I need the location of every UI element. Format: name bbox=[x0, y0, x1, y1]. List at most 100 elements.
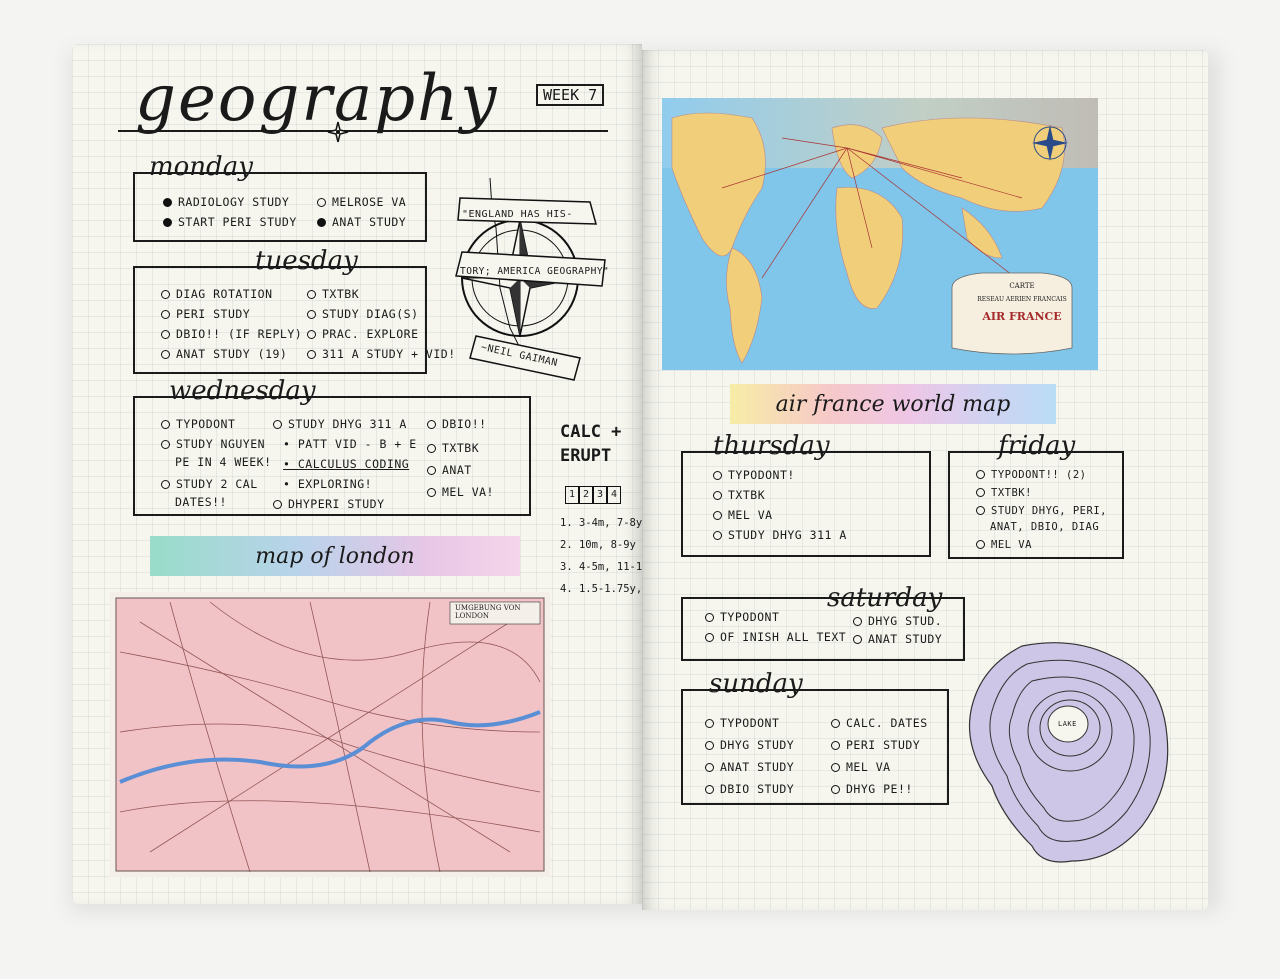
bullet-icon bbox=[713, 471, 722, 480]
saturday-title: saturday bbox=[827, 583, 943, 613]
list-item: PERI STUDY bbox=[831, 735, 920, 755]
list-item: TYPODONT bbox=[705, 713, 779, 733]
calc-title-line-1: CALC + bbox=[560, 422, 622, 442]
list-item: MELROSE VA bbox=[317, 192, 406, 212]
bullet-done-icon bbox=[317, 218, 326, 227]
wednesday-title: wednesday bbox=[169, 376, 316, 406]
list-item: TYPODONT!! (2) bbox=[976, 465, 1087, 485]
calc-title: CALC + ERUPT bbox=[560, 420, 621, 468]
list-item: DIAG ROTATION bbox=[161, 284, 273, 304]
list-item: TYPODONT bbox=[705, 607, 779, 627]
list-item: ANAT, DBIO, DIAG bbox=[990, 521, 1100, 533]
calc-grid-cell: 4 bbox=[607, 486, 621, 504]
bullet-icon bbox=[713, 531, 722, 540]
list-item: STUDY DHYG 311 A bbox=[713, 525, 847, 545]
bullet-icon bbox=[427, 466, 436, 475]
list-item: TXTBK bbox=[713, 485, 765, 505]
bullet-icon bbox=[976, 506, 985, 515]
bullet-icon bbox=[161, 290, 170, 299]
bullet-icon bbox=[705, 763, 714, 772]
list-item: PRAC. EXPLORE bbox=[307, 324, 419, 344]
bullet-icon bbox=[273, 500, 282, 509]
list-item: TXTBK! bbox=[976, 483, 1032, 503]
monday-box: monday RADIOLOGY STUDY START PERI STUDY … bbox=[133, 152, 427, 242]
bullet-icon bbox=[161, 350, 170, 359]
bullet-icon bbox=[831, 763, 840, 772]
list-item: STUDY DHYG 311 A bbox=[273, 414, 407, 434]
list-item: STUDY DIAG(S) bbox=[307, 304, 419, 324]
list-item: STUDY 2 CAL bbox=[161, 474, 258, 494]
washi-london-label: map of london bbox=[255, 543, 415, 569]
list-item: • EXPLORING! bbox=[283, 477, 373, 491]
bullet-icon bbox=[161, 310, 170, 319]
list-item: • CALCULUS CODING bbox=[283, 457, 410, 471]
air-france-world-map-image: CARTE RESEAU AERIEN FRANCAIS AIR FRANCE bbox=[662, 98, 1098, 370]
list-item: MEL VA bbox=[713, 505, 773, 525]
bullet-icon bbox=[427, 488, 436, 497]
bullet-icon bbox=[713, 491, 722, 500]
bullet-icon bbox=[705, 613, 714, 622]
bullet-icon bbox=[307, 290, 316, 299]
list-item: TXTBK bbox=[307, 284, 359, 304]
list-item: PE IN 4 WEEK! bbox=[175, 455, 272, 469]
list-item: OF INISH ALL TEXT bbox=[705, 627, 846, 647]
air-france-badge-line-2: RESEAU AERIEN FRANCAIS bbox=[977, 296, 1067, 303]
list-item: TYPODONT bbox=[161, 414, 235, 434]
calc-grid-cell: 3 bbox=[593, 486, 607, 504]
list-item: DBIO!! (IF REPLY) bbox=[161, 324, 302, 344]
calc-grid-cell: 2 bbox=[579, 486, 593, 504]
bullet-icon bbox=[427, 444, 436, 453]
calc-title-line-2: ERUPT bbox=[560, 446, 612, 466]
bullet-icon bbox=[161, 440, 170, 449]
thursday-box: thursday TYPODONT! TXTBK MEL VA STUDY DH… bbox=[681, 431, 931, 557]
calc-grid-cell: 1 bbox=[565, 486, 579, 504]
list-item: ANAT STUDY bbox=[853, 629, 942, 649]
calc-grid: 1 2 3 4 bbox=[565, 486, 621, 504]
saturday-box: saturday TYPODONT OF INISH ALL TEXT DHYG… bbox=[681, 583, 965, 661]
list-item: MEL VA bbox=[831, 757, 891, 777]
list-item: 311 A STUDY + VID! bbox=[307, 344, 456, 364]
bullet-icon bbox=[161, 480, 170, 489]
compass-flourish-icon bbox=[327, 121, 349, 143]
air-france-badge-line-1: CARTE bbox=[1009, 282, 1035, 290]
london-map-drawing bbox=[115, 597, 545, 873]
quote-line-2: TORY; AMERICA GEOGRAPHY" bbox=[460, 266, 610, 277]
bullet-icon bbox=[273, 420, 282, 429]
wednesday-box: wednesday TYPODONT STUDY NGUYEN PE IN 4 … bbox=[133, 376, 531, 516]
bullet-done-icon bbox=[163, 218, 172, 227]
washi-air-label: air france world map bbox=[775, 391, 1011, 417]
bullet-icon bbox=[853, 617, 862, 626]
list-item: MEL VA bbox=[976, 535, 1032, 555]
topographic-map-sticker bbox=[969, 642, 1169, 863]
bullet-icon bbox=[831, 719, 840, 728]
sunday-title: sunday bbox=[709, 669, 803, 699]
list-item: DATES!! bbox=[175, 495, 227, 509]
bullet-icon bbox=[831, 741, 840, 750]
list-item: DBIO!! bbox=[427, 414, 487, 434]
list-item: CALC. DATES bbox=[831, 713, 928, 733]
bullet-icon bbox=[976, 488, 985, 497]
friday-box: friday TYPODONT!! (2) TXTBK! STUDY DHYG,… bbox=[948, 431, 1124, 559]
list-item: RADIOLOGY STUDY bbox=[163, 192, 289, 212]
world-map-drawing bbox=[662, 98, 1098, 370]
bullet-icon bbox=[317, 198, 326, 207]
tuesday-box: tuesday DIAG ROTATION PERI STUDY DBIO!! … bbox=[133, 246, 455, 374]
list-item: ANAT STUDY bbox=[705, 757, 794, 777]
list-item: START PERI STUDY bbox=[163, 212, 297, 232]
bullet-icon bbox=[427, 420, 436, 429]
list-item: DHYG PE!! bbox=[831, 779, 913, 799]
list-item: DHYG STUD. bbox=[853, 611, 942, 631]
page-title: geography bbox=[135, 62, 499, 136]
bullet-icon bbox=[705, 719, 714, 728]
sunday-box: sunday TYPODONT DHYG STUDY ANAT STUDY DB… bbox=[681, 669, 949, 805]
quote-line-1: "ENGLAND HAS HIS- bbox=[462, 209, 573, 220]
washi-tape-air-france: air france world map bbox=[730, 384, 1056, 424]
list-item: MEL VA! bbox=[427, 482, 494, 502]
topo-lake-label: LAKE bbox=[1058, 720, 1077, 728]
bullet-icon bbox=[976, 470, 985, 479]
bullet-icon bbox=[713, 511, 722, 520]
bullet-icon bbox=[705, 785, 714, 794]
list-item: ANAT STUDY (19) bbox=[161, 344, 287, 364]
list-item: • PATT VID - B + E bbox=[283, 437, 417, 451]
thursday-title: thursday bbox=[713, 431, 830, 461]
